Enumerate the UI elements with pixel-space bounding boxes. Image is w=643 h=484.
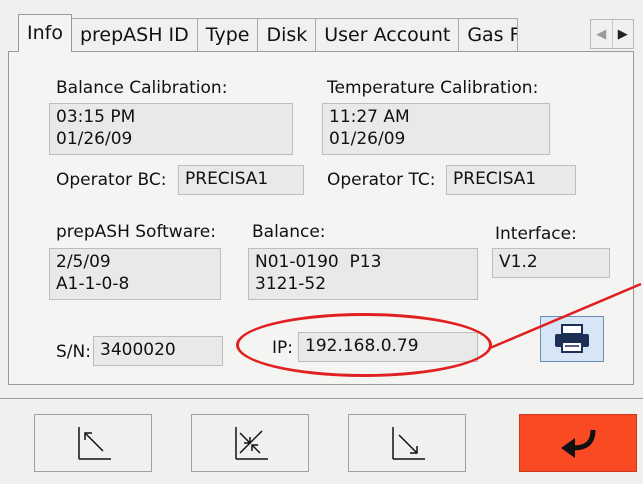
balance-calibration-label: Balance Calibration: [56,78,228,98]
temperature-calibration-value: 11:27 AM 01/26/09 [322,103,550,155]
enter-button[interactable] [519,414,637,472]
arrow-up-left-icon [78,427,111,460]
tab-user-account[interactable]: User Account [315,18,460,52]
enter-return-icon [561,429,596,458]
serial-number-value: 3400020 [93,336,223,366]
tab-scroll-arrows: ◀ ▶ [590,19,634,49]
balance-label: Balance: [252,222,326,242]
interface-label: Interface: [495,224,577,244]
interface-value: V1.2 [492,248,610,278]
operator-bc-value: PRECISA1 [178,165,304,195]
move-up-left-button[interactable] [34,414,152,472]
ip-highlight-ellipse [236,313,492,377]
prepash-software-value: 2/5/09 A1-1-0-8 [49,248,221,300]
arrow-down-right-icon [392,427,425,460]
bottom-divider [0,398,643,399]
operator-bc-label: Operator BC: [56,170,167,190]
triangle-right-icon[interactable]: ▶ [613,20,634,48]
move-down-right-button[interactable] [348,414,466,472]
tab-prepash-id[interactable]: prepASH ID [70,18,198,52]
tab-type[interactable]: Type [196,18,259,52]
serial-number-label: S/N: [56,342,91,362]
print-button[interactable] [540,316,604,362]
prepash-software-label: prepASH Software: [56,222,216,242]
balance-calibration-value: 03:15 PM 01/26/09 [49,103,293,155]
tab-disk[interactable]: Disk [257,18,317,52]
center-position-button[interactable] [191,414,309,472]
operator-tc-label: Operator TC: [327,170,436,190]
tab-gas[interactable]: Gas F [458,18,519,52]
temperature-calibration-label: Temperature Calibration: [327,78,539,98]
balance-value: N01-0190 P13 3121-52 [248,248,478,300]
triangle-left-icon[interactable]: ◀ [591,20,613,48]
tab-info[interactable]: Info [18,14,72,52]
printer-icon [555,324,589,353]
operator-tc-value: PRECISA1 [446,165,576,195]
arrows-converge-icon [235,427,268,460]
tab-bar: Info prepASH ID Type Disk User Account G… [18,14,519,52]
